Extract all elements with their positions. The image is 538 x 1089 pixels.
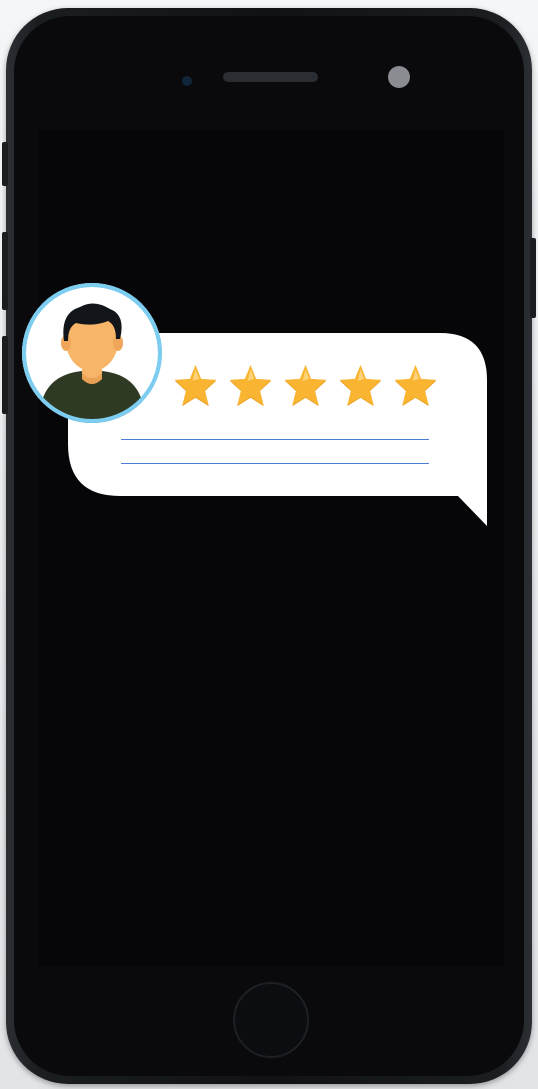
- star-icon: [229, 364, 272, 407]
- review-speech-bubble: [0, 0, 538, 540]
- review-text-placeholder-line: [121, 463, 429, 464]
- home-button[interactable]: [233, 982, 309, 1058]
- avatar-ring: [22, 283, 162, 423]
- star-icon: [339, 364, 382, 407]
- star-icon: [394, 364, 437, 407]
- star-icon: [174, 364, 217, 407]
- star-icon: [284, 364, 327, 407]
- review-text-placeholder-line: [121, 439, 429, 440]
- speech-bubble-shape: [68, 333, 487, 526]
- star-rating: [172, 362, 442, 412]
